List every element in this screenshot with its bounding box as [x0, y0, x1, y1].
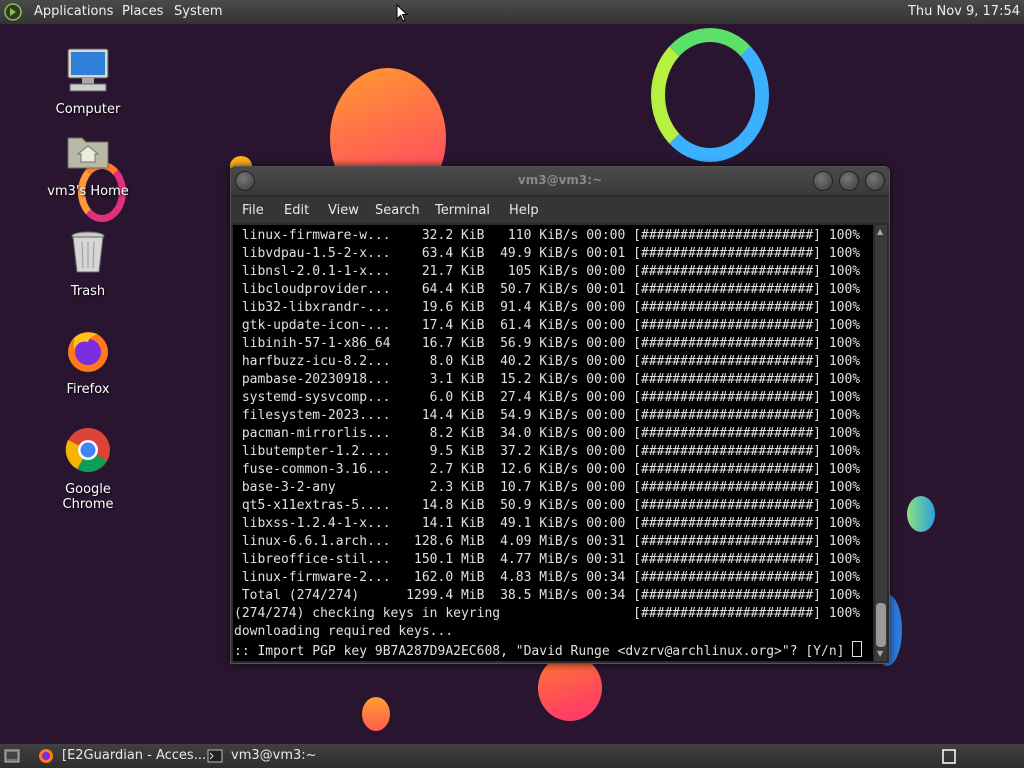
terminal-line: Total (274/274) 1299.4 MiB 38.5 MiB/s 00…	[234, 588, 861, 603]
workspace-switcher-icon[interactable]	[942, 749, 956, 764]
terminal-window[interactable]: vm3@vm3:~ File Edit View Search Terminal…	[230, 166, 890, 664]
terminal-line: libutempter-1.2.... 9.5 KiB 37.2 KiB/s 0…	[234, 444, 861, 459]
terminal-prompt-line: :: Import PGP key 9B7A287D9A2EC608, "Dav…	[234, 641, 863, 659]
terminal-line: fuse-common-3.16... 2.7 KiB 12.6 KiB/s 0…	[234, 462, 861, 477]
mouse-pointer-icon	[396, 4, 408, 22]
firefox-icon	[68, 332, 108, 372]
menu-help[interactable]: Help	[509, 203, 539, 218]
terminal-line: linux-firmware-w... 32.2 KiB 110 KiB/s 0…	[234, 228, 861, 243]
window-title: vm3@vm3:~	[517, 173, 603, 187]
top-panel: Applications Places System Thu Nov 9, 17…	[0, 0, 1024, 24]
desktop-icon-label: vm3's Home	[47, 184, 129, 199]
desktop-icon-firefox[interactable]: Firefox	[38, 326, 138, 397]
system-menu[interactable]: System	[174, 0, 222, 24]
terminal-line: harfbuzz-icu-8.2... 8.0 KiB 40.2 KiB/s 0…	[234, 354, 861, 369]
terminal-line: libinih-57-1-x86_64 16.7 KiB 56.9 KiB/s …	[234, 336, 861, 351]
menu-file[interactable]: File	[242, 203, 264, 218]
computer-icon	[67, 48, 109, 92]
terminal-line: gtk-update-icon-... 17.4 KiB 61.4 KiB/s …	[234, 318, 861, 333]
terminal-line: libvdpau-1.5-2-x... 63.4 KiB 49.9 KiB/s …	[234, 246, 861, 261]
applications-menu[interactable]: Applications	[34, 0, 113, 24]
desktop-icon-home[interactable]: vm3's Home	[38, 128, 138, 199]
terminal-line: pambase-20230918... 3.1 KiB 15.2 KiB/s 0…	[234, 372, 861, 387]
clock[interactable]: Thu Nov 9, 17:54	[908, 0, 1020, 24]
close-icon[interactable]	[865, 171, 885, 191]
terminal-line: linux-6.6.1.arch... 128.6 MiB 4.09 MiB/s…	[234, 534, 861, 549]
menu-edit[interactable]: Edit	[284, 203, 309, 218]
maximize-icon[interactable]	[839, 171, 859, 191]
terminal-line: systemd-sysvcomp... 6.0 KiB 27.4 KiB/s 0…	[234, 390, 861, 405]
terminal-line: base-3-2-any 2.3 KiB 10.7 KiB/s 00:00 [#…	[234, 480, 861, 495]
desktop-icon-label: Firefox	[66, 382, 110, 397]
window-titlebar[interactable]: vm3@vm3:~	[231, 167, 889, 195]
terminal-line: linux-firmware-2... 162.0 MiB 4.83 MiB/s…	[234, 570, 861, 585]
distro-logo-icon[interactable]	[4, 3, 22, 21]
terminal-menubar: File Edit View Search Terminal Help	[231, 197, 889, 223]
terminal-line: libcloudprovider... 64.4 KiB 50.7 KiB/s …	[234, 282, 861, 297]
taskbar-item-terminal[interactable]: vm3@vm3:~	[231, 744, 317, 768]
terminal-line: (274/274) checking keys in keyring [####…	[234, 606, 861, 621]
terminal-line: libxss-1.2.4-1-x... 14.1 KiB 49.1 KiB/s …	[234, 516, 861, 531]
scrollbar-thumb[interactable]	[876, 603, 886, 647]
trash-icon	[71, 231, 105, 273]
terminal-line: qt5-x11extras-5.... 14.8 KiB 50.9 KiB/s …	[234, 498, 861, 513]
firefox-task-icon	[39, 749, 53, 763]
show-desktop-icon[interactable]	[4, 749, 20, 763]
places-menu[interactable]: Places	[122, 0, 163, 24]
terminal-line: lib32-libxrandr-... 19.6 KiB 91.4 KiB/s …	[234, 300, 861, 315]
menu-terminal[interactable]: Terminal	[435, 203, 490, 218]
desktop-icon-label: Computer	[55, 102, 121, 117]
terminal-line: downloading required keys...	[234, 624, 454, 639]
scroll-down-icon[interactable]: ▼	[877, 649, 883, 658]
terminal-task-icon	[207, 749, 223, 763]
terminal-prompt: :: Import PGP key 9B7A287D9A2EC608, "Dav…	[234, 644, 853, 659]
terminal-scrollbar[interactable]: ▲ ▼	[875, 225, 887, 661]
bottom-panel: [E2Guardian - Acces... vm3@vm3:~	[0, 744, 1024, 768]
desktop-icon-label: Google Chrome	[62, 482, 114, 512]
minimize-icon[interactable]	[813, 171, 833, 191]
taskbar-item-browser[interactable]: [E2Guardian - Acces...	[62, 744, 206, 768]
desktop-icon-label: Trash	[70, 284, 106, 299]
menu-search[interactable]: Search	[375, 203, 420, 218]
chrome-icon	[65, 428, 110, 472]
text-cursor	[852, 641, 863, 657]
wallpaper-ring	[651, 28, 769, 162]
wallpaper-shape	[362, 697, 390, 731]
desktop-icon-trash[interactable]: Trash	[38, 228, 138, 299]
desktop-icon-chrome[interactable]: Google Chrome	[38, 426, 138, 512]
terminal-line: libreoffice-stil... 150.1 MiB 4.77 MiB/s…	[234, 552, 861, 567]
menu-view[interactable]: View	[328, 203, 359, 218]
wallpaper-shape	[907, 496, 935, 532]
terminal-line: pacman-mirrorlis... 8.2 KiB 34.0 KiB/s 0…	[234, 426, 861, 441]
home-folder-icon	[67, 137, 109, 169]
terminal-output[interactable]: linux-firmware-w... 32.2 KiB 110 KiB/s 0…	[233, 225, 873, 661]
terminal-line: libnsl-2.0.1-1-x... 21.7 KiB 105 KiB/s 0…	[234, 264, 861, 279]
desktop-icon-computer[interactable]: Computer	[38, 46, 138, 117]
terminal-line: filesystem-2023.... 14.4 KiB 54.9 KiB/s …	[234, 408, 861, 423]
scroll-up-icon[interactable]: ▲	[877, 227, 883, 236]
wallpaper-shape	[538, 655, 602, 721]
